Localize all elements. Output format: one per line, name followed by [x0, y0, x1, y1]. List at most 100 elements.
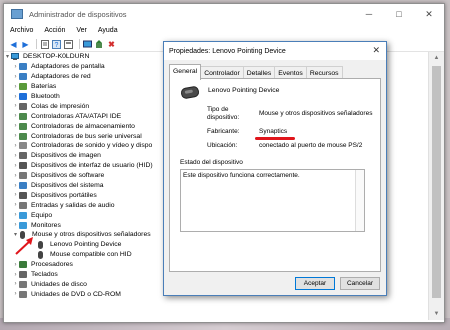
tree-item-label: Equipo: [31, 211, 53, 219]
tree-item-label: Lenovo Pointing Device: [50, 241, 122, 249]
close-button[interactable]: ✕: [414, 4, 444, 24]
red-arrow-annotation: [15, 237, 33, 255]
tree-item-label: Teclados: [31, 271, 58, 279]
prop-value-manufacturer: Synaptics: [259, 128, 288, 135]
expand-icon[interactable]: ›: [12, 272, 19, 278]
sound-icon: [19, 142, 27, 150]
camera-icon: [19, 152, 27, 160]
expand-icon[interactable]: ›: [12, 153, 19, 159]
tree-item-label: Procesadores: [31, 261, 73, 269]
expand-icon[interactable]: ›: [12, 163, 19, 169]
portable-device-icon: [19, 191, 27, 199]
tab-general[interactable]: General: [169, 64, 202, 80]
toolbar-separator: [36, 39, 37, 49]
mouse-icon: [38, 240, 43, 249]
tree-item-label: Adaptadores de red: [31, 73, 91, 81]
title-bar[interactable]: Administrador de dispositivos ─ □ ✕: [4, 4, 444, 24]
mouse-icon: [38, 250, 43, 259]
prop-label-type: Tipo de dispositivo:: [207, 106, 240, 121]
tree-item-label: Colas de impresión: [31, 102, 90, 110]
expand-icon[interactable]: ›: [12, 291, 19, 297]
device-name: Lenovo Pointing Device: [208, 87, 280, 94]
expand-icon[interactable]: ›: [12, 84, 19, 90]
prop-value-type: Mouse y otros dispositivos señaladores: [259, 110, 373, 117]
scroll-down-icon[interactable]: ▼: [429, 308, 444, 320]
menu-bar: Archivo Acción Ver Ayuda: [4, 24, 444, 37]
network-adapter-icon: [19, 73, 27, 81]
back-icon[interactable]: ◀: [9, 40, 18, 49]
menu-accion[interactable]: Acción: [44, 27, 65, 34]
menu-ayuda[interactable]: Ayuda: [98, 27, 118, 34]
tree-item-label: Baterías: [31, 83, 57, 91]
mouse-icon: [180, 85, 200, 100]
tree-item-label: Unidades de disco: [31, 280, 87, 288]
expand-icon[interactable]: ›: [12, 64, 19, 70]
general-panel: Lenovo Pointing Device Tipo de dispositi…: [169, 78, 381, 272]
expand-icon[interactable]: ›: [12, 103, 19, 109]
expand-icon[interactable]: ›: [12, 202, 19, 208]
storage-controller-icon: [19, 122, 27, 130]
expand-icon[interactable]: ›: [12, 113, 19, 119]
expand-icon[interactable]: ›: [12, 222, 19, 228]
system-device-icon: [19, 182, 27, 190]
tree-item-label: Adaptadores de pantalla: [31, 63, 105, 71]
dvd-drive-icon: [19, 290, 27, 298]
tree-item-label: Unidades de DVD o CD-ROM: [31, 290, 121, 298]
forward-icon[interactable]: ▶: [21, 40, 30, 49]
keyboard-icon: [19, 271, 27, 279]
menu-ver[interactable]: Ver: [76, 27, 87, 34]
expand-icon[interactable]: ›: [12, 133, 19, 139]
expand-icon[interactable]: ›: [12, 173, 19, 179]
hid-icon: [19, 162, 27, 170]
tree-item-label: Controladoras de bus serie universal: [31, 132, 142, 140]
battery-icon: [19, 83, 27, 91]
prop-label-manufacturer: Fabricante:: [207, 128, 240, 135]
device-status-text: Este dispositivo funciona correctamente.: [183, 172, 300, 179]
expand-icon[interactable]: ›: [12, 74, 19, 80]
expand-icon[interactable]: ›: [12, 143, 19, 149]
update-driver-icon[interactable]: [95, 39, 104, 49]
help-icon[interactable]: ?: [52, 39, 61, 49]
tree-item-label: Mouse compatible con HID: [50, 251, 132, 259]
vertical-scrollbar[interactable]: ▲ ▼: [428, 52, 444, 320]
expand-icon[interactable]: ›: [12, 212, 19, 218]
red-underline-annotation: [255, 137, 295, 140]
tree-item-label: Controladoras ATA/ATAPI IDE: [31, 112, 122, 120]
cancel-button[interactable]: Cancelar: [340, 277, 380, 290]
tree-item-label: Controladoras de sonido y vídeo y dispo: [31, 142, 153, 150]
expand-icon[interactable]: ›: [12, 94, 19, 100]
collapse-icon[interactable]: ▾: [4, 53, 11, 60]
expand-icon[interactable]: ›: [12, 123, 19, 129]
dialog-title-bar[interactable]: Propiedades: Lenovo Pointing Device ✕: [164, 42, 386, 60]
status-scrollbar[interactable]: [355, 170, 364, 231]
monitor-icon[interactable]: [83, 40, 92, 49]
menu-archivo[interactable]: Archivo: [10, 27, 33, 34]
properties-icon[interactable]: [40, 39, 49, 49]
tree-item-label: Dispositivos portátiles: [31, 191, 97, 199]
scroll-thumb[interactable]: [432, 66, 441, 298]
expand-icon[interactable]: ›: [12, 183, 19, 189]
minimize-button[interactable]: ─: [354, 4, 384, 24]
prop-value-location: conectado al puerto de mouse PS/2: [259, 142, 363, 149]
computer-icon: [19, 211, 27, 219]
usb-controller-icon: [19, 132, 27, 140]
computer-icon: [11, 53, 19, 61]
tree-item-label: Dispositivos de interfaz de usuario (HID…: [31, 162, 153, 170]
view-icon[interactable]: [64, 39, 73, 49]
properties-dialog: Propiedades: Lenovo Pointing Device ✕ Ge…: [163, 41, 387, 296]
scroll-up-icon[interactable]: ▲: [429, 52, 444, 64]
audio-io-icon: [19, 201, 27, 209]
accept-button[interactable]: Aceptar: [295, 277, 335, 290]
expand-icon[interactable]: ›: [12, 262, 19, 268]
svg-text:?: ?: [55, 42, 59, 49]
uninstall-icon[interactable]: ✖: [107, 40, 116, 49]
expand-icon[interactable]: ›: [12, 281, 19, 287]
maximize-button[interactable]: □: [384, 4, 414, 24]
toolbar-separator: [79, 39, 80, 49]
device-manager-icon: [11, 9, 23, 19]
expand-icon[interactable]: ›: [12, 192, 19, 198]
tree-item-label: Controladoras de almacenamiento: [31, 122, 135, 130]
device-status-group: Estado del dispositivo Este dispositivo …: [180, 159, 375, 232]
tree-item-label: Entradas y salidas de audio: [31, 201, 115, 209]
dialog-close-button[interactable]: ✕: [372, 45, 380, 56]
